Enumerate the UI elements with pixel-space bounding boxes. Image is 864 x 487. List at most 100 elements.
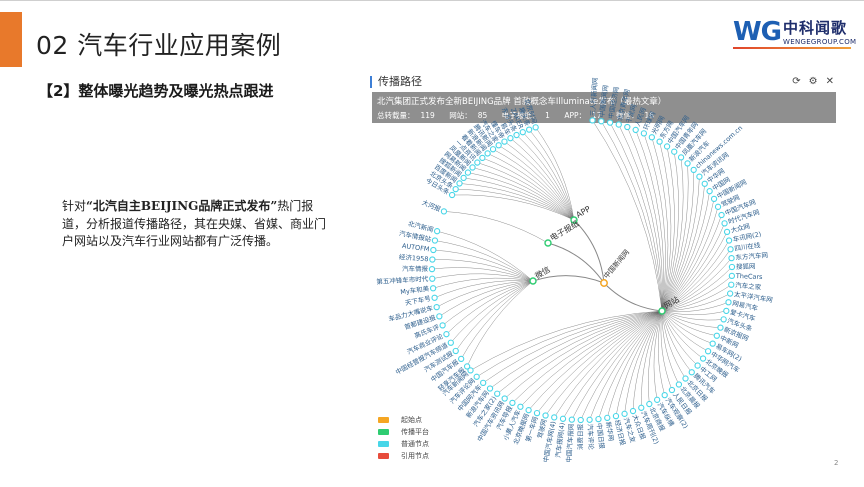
graph-node: [688, 369, 695, 376]
legend-label: 普通节点: [401, 440, 429, 448]
legend-item[interactable]: 传播平台: [378, 426, 429, 438]
graph-node: [612, 412, 620, 420]
graph-root-label: 中国新闻网: [602, 248, 631, 281]
graph-hub-label: APP: [575, 204, 593, 219]
graph-edge: [598, 310, 663, 420]
graph-edge: [489, 310, 663, 389]
graph-node-label: AUTOFM: [401, 242, 429, 254]
graph-edge: [433, 249, 534, 282]
graph-node: [720, 316, 727, 323]
graph-node: [532, 124, 539, 131]
graph-node: [486, 385, 494, 392]
graph-legend: 起始点传播平台普通节点引用节点: [378, 414, 429, 462]
graph-edge: [661, 310, 713, 344]
graph-node: [474, 159, 481, 166]
graph-node: [589, 117, 596, 124]
graph-node: [494, 390, 501, 397]
legend-item[interactable]: 普通节点: [378, 438, 429, 450]
graph-node-label: 第五冲锋车市时代: [376, 274, 429, 286]
graph-node: [509, 399, 516, 407]
graph-node: [469, 164, 476, 171]
legend-label: 传播平台: [401, 428, 429, 436]
graph-hub-edge: [603, 282, 663, 312]
graph-node: [604, 414, 611, 422]
graph-node: [629, 407, 637, 415]
graph-node-label: 汽车情报: [402, 264, 429, 273]
legend-item[interactable]: 引用节点: [378, 450, 429, 462]
graph-node: [525, 407, 532, 414]
graph-node: [638, 404, 645, 411]
graph-node: [606, 119, 614, 126]
graph-node: [452, 347, 459, 355]
graph-edge: [467, 172, 575, 221]
graph-node: [725, 299, 732, 306]
graph-node: [495, 142, 502, 149]
graph-node: [704, 348, 712, 355]
graph-node: [725, 237, 733, 244]
graph-node: [429, 256, 436, 263]
graph-node: [653, 396, 661, 403]
graph-node: [517, 403, 524, 410]
graph-edge: [483, 310, 663, 384]
graph-node: [431, 237, 439, 244]
graph-hub-node: [658, 307, 666, 315]
graph-hub-label: 电子报纸: [548, 218, 581, 243]
graph-node: [701, 180, 708, 187]
graph-node: [430, 246, 437, 254]
graph-node: [714, 203, 722, 210]
graph-node: [577, 416, 584, 424]
graph-node: [559, 415, 567, 422]
graph-node: [513, 131, 520, 139]
graph-node-label: 搜狐网: [736, 262, 756, 271]
legend-swatch: [378, 429, 389, 435]
graph-node: [624, 123, 631, 131]
graph-labels: 今日头条北京头条百度新闻搜狐新闻网易新闻凤凰新闻一点资讯看看新闻新浪新闻腾讯新闻…: [376, 77, 773, 463]
graph-node: [501, 395, 508, 402]
graph-node: [452, 185, 459, 193]
graph-edge: [432, 273, 534, 282]
graph-node-label: 消费日报: [575, 423, 584, 450]
graph-node: [728, 263, 736, 271]
graph-node: [595, 415, 602, 423]
graph-node: [677, 154, 685, 161]
graph-edge: [434, 240, 534, 282]
graph-node: [586, 416, 593, 423]
graph-node: [433, 303, 440, 311]
graph-node: [713, 332, 720, 339]
graph-node: [661, 391, 668, 399]
graph-edge: [648, 310, 663, 405]
graph-edge: [443, 211, 549, 244]
graph-node: [467, 367, 474, 374]
graph-node: [671, 148, 678, 155]
graph-edge: [512, 310, 663, 404]
graph-node-label: TheCars: [735, 272, 764, 281]
graph-edge: [476, 310, 663, 377]
propagation-graph[interactable]: 今日头条北京头条百度新闻搜狐新闻网易新闻凤凰新闻一点资讯看看新闻新浪新闻腾讯新闻…: [0, 0, 864, 487]
graph-node: [431, 294, 438, 301]
graph-node: [447, 339, 454, 346]
graph-node: [598, 118, 605, 125]
graph-node: [429, 275, 436, 282]
graph-node: [694, 362, 701, 369]
graph-hub-edge: [547, 242, 605, 284]
graph-node: [728, 281, 735, 288]
graph-node: [480, 379, 487, 386]
graph-node: [675, 381, 683, 388]
page-number: 2: [834, 459, 839, 467]
graph-node: [723, 228, 731, 236]
graph-node: [428, 265, 436, 273]
graph-node-label: 大河报: [421, 198, 443, 214]
graph-edge: [661, 169, 694, 312]
graph-node: [656, 138, 663, 145]
graph-node: [648, 134, 656, 141]
graph-edge: [635, 129, 664, 312]
graph-node: [721, 220, 728, 227]
graph-node: [668, 386, 676, 394]
graph-edge: [661, 176, 700, 312]
legend-item[interactable]: 起始点: [378, 414, 429, 426]
graph-node: [526, 126, 533, 133]
graph-node: [696, 173, 703, 180]
graph-node: [440, 208, 448, 215]
graph-node: [690, 166, 697, 174]
graph-node: [718, 211, 725, 219]
